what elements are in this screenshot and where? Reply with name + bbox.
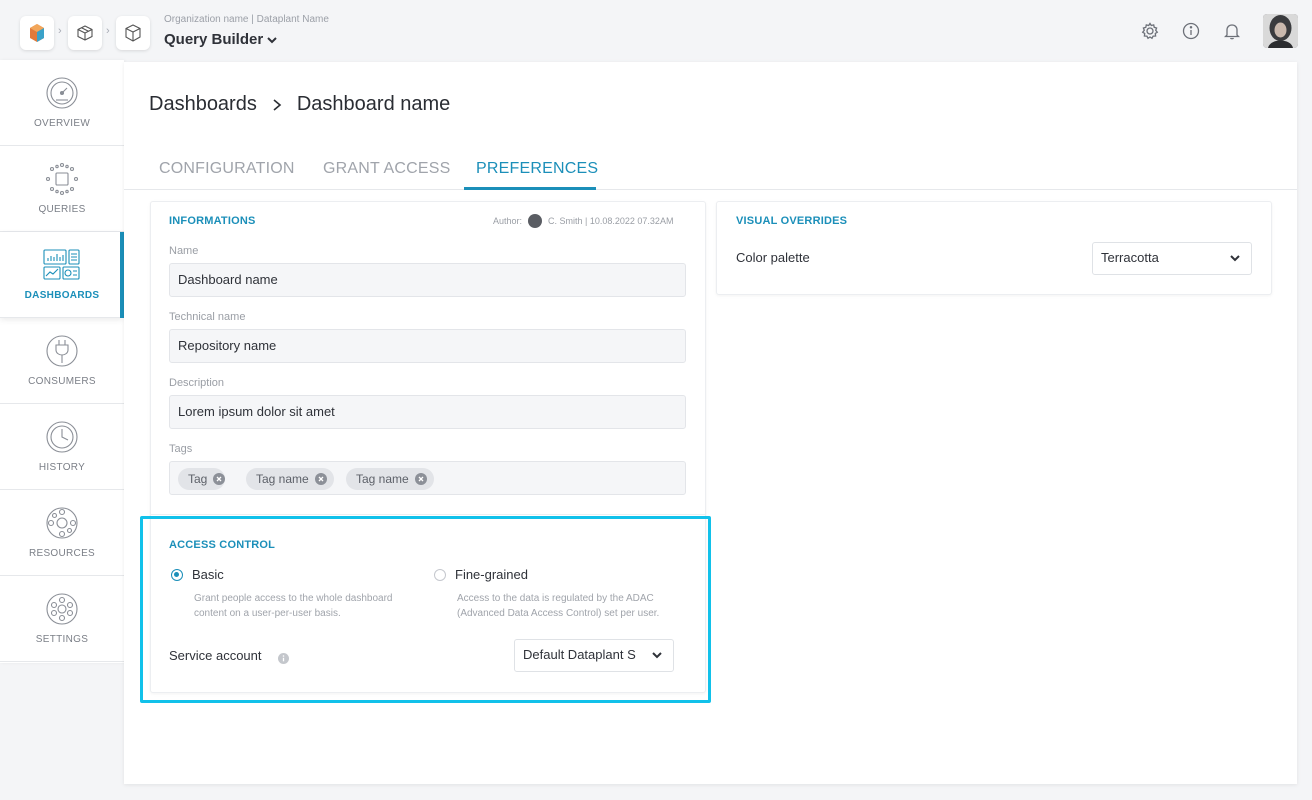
chevron-right-icon <box>271 98 283 112</box>
queries-icon <box>45 162 79 196</box>
app-logo-icon <box>30 24 44 42</box>
app-logo-button[interactable] <box>20 16 54 50</box>
tab-bar: CONFIGURATION GRANT ACCESS PREFERENCES <box>124 154 1297 190</box>
sidebar-item-label: HISTORY <box>38 462 86 473</box>
author-avatar <box>528 214 543 228</box>
plug-icon <box>46 335 78 367</box>
sidebar-item-overview[interactable]: OVERVIEW <box>0 60 124 146</box>
resources-icon <box>46 507 78 539</box>
chevron-right-icon: › <box>58 25 62 37</box>
tag-label: Tag name <box>356 472 409 486</box>
author-prefix: Author: <box>493 216 523 226</box>
sidebar-item-queries[interactable]: QUERIES <box>0 146 124 232</box>
technical-name-field[interactable]: Repository name <box>169 329 686 363</box>
tags-field[interactable]: Tag Tag name Tag name <box>169 461 686 495</box>
name-field[interactable]: Dashboard name <box>169 263 686 297</box>
author-info: Author: C. Smith | 10.08.2022 07.32AM <box>493 214 673 228</box>
sidebar-item-dashboards[interactable]: DASHBOARDS <box>0 232 124 318</box>
sidebar-item-resources[interactable]: RESOURCES <box>0 490 124 576</box>
sidebar-item-label: RESOURCES <box>28 548 96 559</box>
top-bar: › › Organization name | Dataplant Name Q… <box>0 0 1312 60</box>
sidebar-item-label: CONSUMERS <box>28 376 96 387</box>
sidebar-item-consumers[interactable]: CONSUMERS <box>0 318 124 404</box>
color-palette-select[interactable]: Terracotta <box>1092 242 1252 275</box>
breadcrumb-parent-link[interactable]: Dashboards <box>149 93 257 116</box>
settings-icon <box>46 593 78 625</box>
color-palette-label: Color palette <box>736 250 810 265</box>
sidebar-item-label: DASHBOARDS <box>24 290 100 301</box>
tag-chip: Tag name <box>246 468 334 490</box>
sidebar-item-settings[interactable]: SETTINGS <box>0 576 124 662</box>
cubes-icon <box>77 25 93 41</box>
color-palette-value: Terracotta <box>1101 250 1159 265</box>
dashboards-icon <box>43 249 80 280</box>
description-field[interactable]: Lorem ipsum dolor sit amet <box>169 395 686 429</box>
sidebar: OVERVIEW QUERIES DASHBOARDS CONSUMERS HI… <box>0 60 124 663</box>
organization-label: Organization name | Dataplant Name <box>164 14 329 25</box>
tag-label: Tag name <box>256 472 309 486</box>
tags-label: Tags <box>169 443 193 455</box>
bell-icon[interactable] <box>1222 21 1242 41</box>
visual-overrides-title: VISUAL OVERRIDES <box>736 215 848 227</box>
query-builder-button[interactable] <box>116 16 150 50</box>
chevron-down-icon <box>1229 252 1241 264</box>
remove-tag-icon[interactable] <box>213 473 226 485</box>
gear-icon[interactable] <box>1140 21 1160 41</box>
chevron-right-icon: › <box>106 25 110 37</box>
active-tab-indicator <box>464 187 596 190</box>
breadcrumb: Dashboards Dashboard name <box>149 93 450 116</box>
remove-tag-icon[interactable] <box>314 473 327 485</box>
sidebar-item-history[interactable]: HISTORY <box>0 404 124 490</box>
tag-chip: Tag name <box>346 468 434 490</box>
description-label: Description <box>169 377 225 389</box>
tag-chip: Tag <box>178 468 226 490</box>
breadcrumb-current: Dashboard name <box>296 93 451 115</box>
sidebar-item-label: OVERVIEW <box>33 118 91 129</box>
visual-overrides-card: VISUAL OVERRIDES Color palette Terracott… <box>716 201 1272 295</box>
remove-tag-icon[interactable] <box>414 473 427 485</box>
info-icon[interactable] <box>1181 21 1201 41</box>
author-meta: C. Smith | 10.08.2022 07.32AM <box>548 216 674 226</box>
clock-icon <box>46 421 78 453</box>
access-control-highlight <box>140 516 711 703</box>
user-avatar[interactable] <box>1263 14 1298 48</box>
tab-configuration[interactable]: CONFIGURATION <box>159 160 295 178</box>
sidebar-item-label: QUERIES <box>38 204 86 215</box>
name-label: Name <box>169 245 199 257</box>
section-divider <box>151 514 705 515</box>
sidebar-item-label: SETTINGS <box>35 634 89 645</box>
tab-grant-access[interactable]: GRANT ACCESS <box>323 160 450 178</box>
informations-title: INFORMATIONS <box>169 215 256 227</box>
chevron-down-icon[interactable] <box>266 33 278 51</box>
tab-preferences[interactable]: PREFERENCES <box>476 160 598 178</box>
dataplant-button[interactable] <box>68 16 102 50</box>
technical-name-label: Technical name <box>169 311 246 323</box>
app-title[interactable]: Query Builder <box>164 31 263 48</box>
tag-label: Tag <box>188 472 208 486</box>
cube-icon <box>125 24 141 42</box>
overview-icon <box>46 77 78 109</box>
